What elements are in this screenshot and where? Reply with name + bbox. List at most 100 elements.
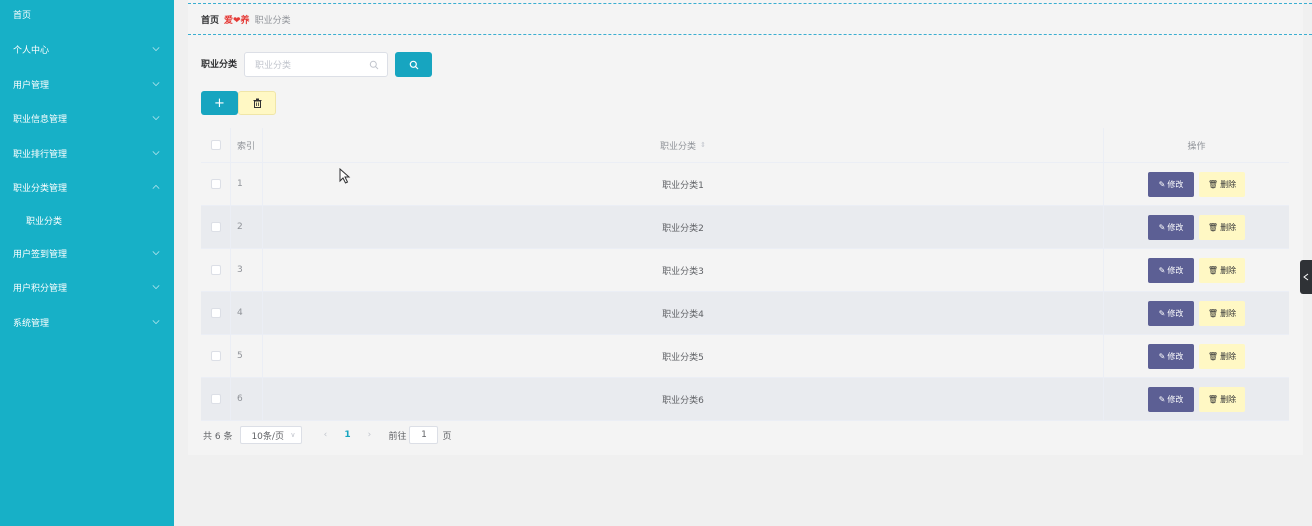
edit-icon: ✎ bbox=[1158, 394, 1166, 404]
plus-icon: + bbox=[214, 95, 225, 111]
delete-button[interactable]: 🗑 删除 bbox=[1199, 257, 1245, 283]
edit-button[interactable]: ✎ 修改 bbox=[1148, 300, 1194, 326]
breadcrumb-current: 职业分类 bbox=[254, 15, 291, 26]
search-label: 职业分类 bbox=[201, 60, 238, 70]
search-icon bbox=[369, 60, 379, 70]
goto-page-value: 1 bbox=[421, 430, 427, 440]
sidebar-item-job-ranking-management[interactable]: 职业排行管理 bbox=[0, 136, 174, 170]
add-button[interactable]: + bbox=[201, 91, 238, 115]
sidebar-item-label: 用户积分管理 bbox=[13, 283, 68, 294]
chevron-down-icon bbox=[151, 44, 161, 54]
chevron-up-icon bbox=[151, 182, 161, 192]
breadcrumb: 首页 爱❤养 职业分类 bbox=[188, 3, 1312, 35]
edit-button[interactable]: ✎ 修改 bbox=[1148, 257, 1194, 283]
select-all-checkbox[interactable] bbox=[210, 140, 221, 150]
chevron-down-icon bbox=[151, 317, 161, 327]
batch-delete-button[interactable] bbox=[238, 91, 276, 115]
page-suffix: 页 bbox=[442, 431, 452, 442]
next-page-button[interactable]: › bbox=[358, 430, 380, 440]
sidebar-item-system-management[interactable]: 系统管理 bbox=[0, 305, 174, 339]
trash-icon: 🗑 bbox=[1207, 351, 1219, 361]
prev-page-button[interactable]: ‹ bbox=[314, 430, 336, 440]
header-checkbox-cell bbox=[201, 128, 231, 162]
edit-button[interactable]: ✎ 修改 bbox=[1148, 343, 1194, 369]
row-index: 3 bbox=[231, 249, 263, 291]
delete-button[interactable]: 🗑 删除 bbox=[1199, 386, 1245, 412]
chevron-down-icon bbox=[151, 148, 161, 158]
row-checkbox-cell bbox=[201, 335, 231, 377]
delete-button[interactable]: 🗑 删除 bbox=[1199, 343, 1245, 369]
chevron-left-icon bbox=[1303, 273, 1309, 281]
row-checkbox[interactable] bbox=[210, 351, 221, 361]
page-size-value: 10条/页 bbox=[251, 431, 284, 442]
sidebar-item-home[interactable]: 首页 bbox=[0, 0, 174, 31]
chevron-down-icon: ∨ bbox=[290, 431, 296, 439]
table-row: 2 职业分类2 ✎ 修改 🗑 删除 bbox=[201, 206, 1289, 249]
row-checkbox[interactable] bbox=[210, 265, 221, 275]
data-table: 索引 职业分类 ⇕ 操作 1 职业分类1 ✎ 修改 🗑 删除 2 职业分类2 ✎ 修改… bbox=[201, 128, 1289, 421]
sidebar-item-label: 用户管理 bbox=[13, 80, 50, 91]
sidebar-item-user-points-management[interactable]: 用户积分管理 bbox=[0, 270, 174, 304]
edit-button[interactable]: ✎ 修改 bbox=[1148, 214, 1194, 240]
edit-label: 修改 bbox=[1167, 222, 1184, 232]
sidebar-item-user-checkin-management[interactable]: 用户签到管理 bbox=[0, 236, 174, 270]
trash-icon: 🗑 bbox=[1207, 179, 1219, 189]
edit-label: 修改 bbox=[1167, 394, 1184, 404]
row-actions: ✎ 修改 🗑 删除 bbox=[1104, 292, 1289, 334]
chevron-down-icon bbox=[151, 113, 161, 123]
edit-icon: ✎ bbox=[1158, 351, 1166, 361]
edit-icon: ✎ bbox=[1158, 308, 1166, 318]
sidebar: 首页 个人中心 用户管理 职业信息管理 职业排行管理 职业分类管理 职业分类 用… bbox=[0, 0, 174, 526]
pagination: 共 6 条 10条/页 ∨ ‹ 1 › 前往 1 页 bbox=[203, 426, 451, 444]
row-checkbox[interactable] bbox=[210, 179, 221, 189]
goto-page-input[interactable]: 1 bbox=[409, 426, 439, 444]
row-checkbox[interactable] bbox=[210, 394, 221, 404]
chevron-down-icon bbox=[151, 282, 161, 292]
sidebar-item-label: 用户签到管理 bbox=[13, 249, 68, 260]
table-header: 索引 职业分类 ⇕ 操作 bbox=[201, 128, 1289, 163]
sidebar-item-job-info-management[interactable]: 职业信息管理 bbox=[0, 101, 174, 135]
row-name: 职业分类1 bbox=[263, 163, 1104, 205]
page-number-current[interactable]: 1 bbox=[336, 430, 358, 440]
breadcrumb-home[interactable]: 首页 bbox=[201, 13, 219, 26]
edit-icon: ✎ bbox=[1158, 222, 1166, 232]
page-size-select[interactable]: 10条/页 ∨ bbox=[240, 426, 303, 444]
sidebar-item-label: 系统管理 bbox=[13, 318, 50, 329]
sidebar-item-job-category-management[interactable]: 职业分类管理 bbox=[0, 170, 174, 204]
breadcrumb-separator: 爱❤养 bbox=[224, 15, 250, 26]
search-button[interactable] bbox=[395, 52, 432, 77]
edit-button[interactable]: ✎ 修改 bbox=[1148, 386, 1194, 412]
row-name: 职业分类2 bbox=[263, 206, 1104, 248]
sidebar-item-personal-center[interactable]: 个人中心 bbox=[0, 32, 174, 66]
delete-label: 删除 bbox=[1220, 351, 1237, 361]
row-actions: ✎ 修改 🗑 删除 bbox=[1104, 206, 1289, 248]
search-input[interactable]: 职业分类 bbox=[244, 52, 388, 77]
row-checkbox-cell bbox=[201, 163, 231, 205]
sidebar-item-user-management[interactable]: 用户管理 bbox=[0, 67, 174, 101]
collapse-handle[interactable] bbox=[1300, 260, 1312, 294]
trash-icon bbox=[253, 98, 261, 108]
edit-label: 修改 bbox=[1167, 351, 1184, 361]
sort-icon[interactable]: ⇕ bbox=[700, 141, 706, 149]
edit-label: 修改 bbox=[1167, 308, 1184, 318]
row-index: 2 bbox=[231, 206, 263, 248]
chevron-down-icon bbox=[151, 248, 161, 258]
edit-button[interactable]: ✎ 修改 bbox=[1148, 171, 1194, 197]
edit-icon: ✎ bbox=[1158, 265, 1166, 275]
header-operation: 操作 bbox=[1187, 141, 1206, 152]
edit-label: 修改 bbox=[1167, 265, 1184, 275]
row-name: 职业分类3 bbox=[263, 249, 1104, 291]
header-name[interactable]: 职业分类 ⇕ bbox=[263, 128, 1104, 162]
delete-button[interactable]: 🗑 删除 bbox=[1199, 171, 1245, 197]
delete-button[interactable]: 🗑 删除 bbox=[1199, 300, 1245, 326]
row-checkbox-cell bbox=[201, 249, 231, 291]
delete-button[interactable]: 🗑 删除 bbox=[1199, 214, 1245, 240]
sidebar-item-label: 职业分类 bbox=[26, 216, 63, 227]
header-name-label: 职业分类 bbox=[660, 141, 697, 152]
row-index: 1 bbox=[231, 163, 263, 205]
row-checkbox[interactable] bbox=[210, 222, 221, 232]
table-row: 1 职业分类1 ✎ 修改 🗑 删除 bbox=[201, 163, 1289, 206]
row-checkbox[interactable] bbox=[210, 308, 221, 318]
trash-icon: 🗑 bbox=[1207, 308, 1219, 318]
sidebar-item-job-category[interactable]: 职业分类 bbox=[0, 203, 174, 237]
